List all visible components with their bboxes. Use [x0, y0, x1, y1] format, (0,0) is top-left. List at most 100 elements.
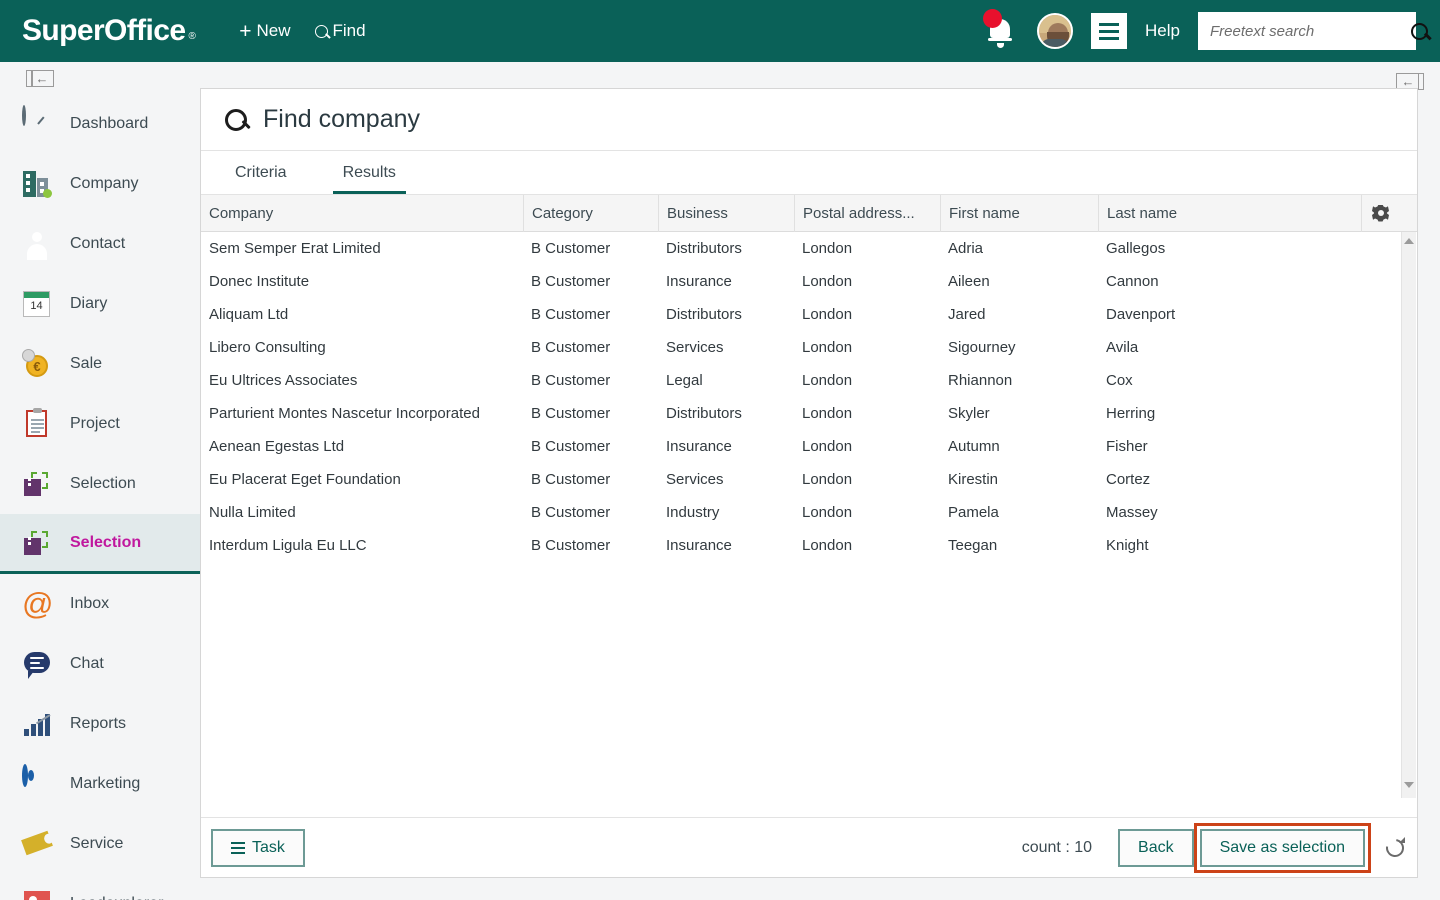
- column-settings-button[interactable]: [1361, 194, 1399, 232]
- task-button[interactable]: Task: [211, 828, 305, 867]
- cell-category: B Customer: [531, 471, 611, 488]
- sidebar-item-chat[interactable]: Chat: [0, 634, 200, 694]
- sidebar-item-selection[interactable]: Selection: [0, 454, 200, 514]
- find-button[interactable]: Find: [314, 21, 366, 41]
- panel-footer: Task count : 10 Back Save as selection: [201, 817, 1417, 877]
- sidebar-item-contact[interactable]: Contact: [0, 214, 200, 274]
- sidebar-item-sale[interactable]: € Sale: [0, 334, 200, 394]
- cell-business: Distributors: [666, 240, 742, 257]
- column-header-category[interactable]: Category: [523, 194, 658, 232]
- sidebar-item-service[interactable]: Service: [0, 814, 200, 874]
- table-row[interactable]: Libero Consulting B Customer Services Londo…: [201, 331, 1417, 364]
- tab-criteria[interactable]: Criteria: [225, 164, 297, 194]
- table-row[interactable]: Eu Ultrices Associates B Customer Legal Lon…: [201, 364, 1417, 397]
- tab-results[interactable]: Results: [332, 164, 406, 194]
- cell-postal-address: London: [802, 339, 853, 356]
- cell-company: Donec Institute: [209, 273, 310, 290]
- cell-first-name: Teegan: [948, 537, 998, 554]
- cell-last-name: Fisher: [1106, 438, 1148, 455]
- menu-button[interactable]: [1091, 13, 1128, 49]
- sidebar-item-reports[interactable]: Reports: [0, 694, 200, 754]
- new-button[interactable]: + New: [239, 21, 290, 42]
- sidebar-item-label: Sale: [70, 355, 103, 372]
- cell-last-name: Avila: [1106, 339, 1139, 356]
- collapse-sidebar-button[interactable]: ←: [26, 69, 54, 87]
- cell-company: Aenean Egestas Ltd: [209, 438, 345, 455]
- cell-company: Eu Placerat Eget Foundation: [209, 471, 401, 488]
- result-count: count : 10: [1021, 838, 1093, 856]
- cell-first-name: Jared: [948, 306, 986, 323]
- hamburger-icon: [231, 841, 245, 854]
- freetext-search: [1198, 12, 1428, 50]
- cell-last-name: Davenport: [1106, 306, 1176, 323]
- vertical-scrollbar[interactable]: [1401, 232, 1416, 798]
- ticket-icon: [20, 827, 54, 861]
- gear-icon: [1372, 205, 1389, 222]
- notifications-button[interactable]: [983, 9, 1019, 49]
- table-row[interactable]: Donec Institute B Customer Insurance London…: [201, 265, 1417, 298]
- sidebar-item-marketing[interactable]: Marketing: [0, 754, 200, 814]
- table-header-row: Company Category Business Postal address…: [201, 194, 1417, 232]
- cell-postal-address: London: [802, 471, 853, 488]
- task-button-label: Task: [252, 838, 285, 856]
- gauge-icon: [20, 105, 54, 141]
- table-row[interactable]: Eu Placerat Eget Foundation B Customer Ser…: [201, 463, 1417, 496]
- table-row[interactable]: Sem Semper Erat Limited B Customer Distrib…: [201, 232, 1417, 265]
- cell-first-name: Adria: [948, 240, 984, 257]
- table-row[interactable]: Interdum Ligula Eu LLC B Customer Insuranc…: [201, 529, 1417, 562]
- column-header-business[interactable]: Business: [658, 194, 794, 232]
- cell-category: B Customer: [531, 339, 611, 356]
- clipboard-icon: [20, 407, 54, 441]
- table-row[interactable]: Parturient Montes Nascetur Incorporated B…: [201, 397, 1417, 430]
- collapse-panel-button[interactable]: ←: [1396, 72, 1424, 90]
- notification-badge: [983, 9, 1003, 28]
- table-row[interactable]: Aenean Egestas Ltd B Customer Insurance Lon…: [201, 430, 1417, 463]
- column-header-company[interactable]: Company: [201, 195, 523, 232]
- cell-category: B Customer: [531, 306, 611, 323]
- sidebar-item-project[interactable]: Project: [0, 394, 200, 454]
- cell-postal-address: London: [802, 405, 853, 422]
- sidebar-item-selection-active[interactable]: Selection: [0, 514, 200, 574]
- back-button[interactable]: Back: [1118, 828, 1194, 867]
- top-bar: SuperOffice ® + New Find Help Freetext s…: [0, 0, 1440, 62]
- sidebar-item-label: Project: [70, 415, 120, 432]
- save-as-selection-button[interactable]: Save as selection: [1199, 828, 1365, 867]
- sidebar-item-label: Leadexplorer: [70, 895, 163, 900]
- search-submit-icon[interactable]: [1411, 22, 1428, 40]
- cell-postal-address: London: [802, 372, 853, 389]
- sidebar-item-leadexplorer[interactable]: Leadexplorer: [0, 874, 200, 900]
- scroll-up-icon[interactable]: [1404, 238, 1414, 244]
- app-logo[interactable]: SuperOffice ®: [22, 14, 196, 48]
- building-icon: [20, 167, 54, 201]
- results-table-body: Sem Semper Erat Limited B Customer Distrib…: [201, 232, 1417, 798]
- sidebar-item-label: Inbox: [70, 595, 110, 612]
- search-input[interactable]: [1210, 22, 1411, 40]
- column-header-first-name[interactable]: First name: [940, 194, 1098, 232]
- column-header-postal-address[interactable]: Postal address...: [794, 194, 940, 232]
- refresh-icon[interactable]: [1382, 834, 1408, 861]
- cell-category: B Customer: [531, 405, 611, 422]
- avatar[interactable]: [1037, 13, 1074, 49]
- sidebar: ← Dashboard Company Contact 14 Diary € S…: [0, 62, 200, 900]
- save-as-selection-highlight: Save as selection: [1193, 822, 1371, 873]
- sidebar-item-diary[interactable]: 14 Diary: [0, 274, 200, 334]
- cell-business: Services: [666, 471, 724, 488]
- chat-bubble-icon: [20, 647, 54, 681]
- sidebar-item-label: Chat: [70, 655, 104, 672]
- cell-last-name: Cox: [1106, 372, 1133, 389]
- scroll-down-icon[interactable]: [1404, 782, 1414, 788]
- tab-bar: Criteria Results: [201, 151, 1417, 195]
- sidebar-item-dashboard[interactable]: Dashboard: [0, 94, 200, 154]
- cell-first-name: Autumn: [948, 438, 1000, 455]
- help-link[interactable]: Help: [1145, 21, 1180, 41]
- column-header-last-name[interactable]: Last name: [1098, 194, 1361, 232]
- top-nav: + New Find: [239, 21, 365, 42]
- table-row[interactable]: Aliquam Ltd B Customer Distributors London J…: [201, 298, 1417, 331]
- sidebar-item-inbox[interactable]: @ Inbox: [0, 574, 200, 634]
- cell-first-name: Kirestin: [948, 471, 999, 488]
- table-row[interactable]: Nulla Limited B Customer Industry London Pam…: [201, 496, 1417, 529]
- sidebar-item-label: Company: [70, 175, 139, 192]
- leadexplorer-icon: [20, 887, 54, 900]
- top-bar-actions: Help: [983, 9, 1428, 50]
- sidebar-item-company[interactable]: Company: [0, 154, 200, 214]
